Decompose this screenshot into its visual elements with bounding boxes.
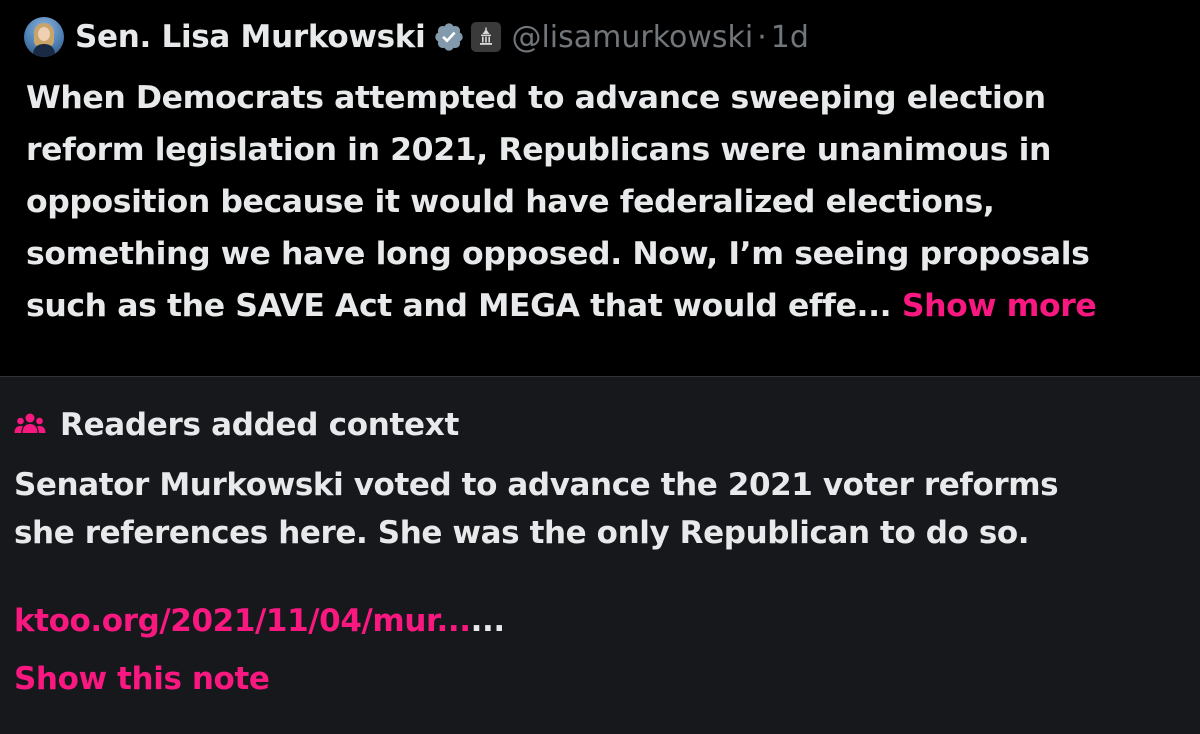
people-icon: [14, 413, 46, 433]
show-this-note-link[interactable]: Show this note: [14, 661, 270, 697]
note-title: Readers added context: [60, 407, 459, 443]
tweet-text: When Democrats attempted to advance swee…: [26, 72, 1186, 332]
government-building-icon: [471, 22, 502, 52]
source-link[interactable]: ktoo.org/2021/11/04/mur...: [14, 603, 471, 639]
community-note: Readers added context Senator Murkowski …: [0, 376, 1200, 734]
verified-badge-icon: [435, 23, 464, 51]
link-ellipsis: ...: [470, 603, 506, 639]
tweet[interactable]: Sen. Lisa Murkowski @lisamurkowski · 1d: [0, 0, 1200, 376]
note-text: Senator Murkowski voted to advance the 2…: [14, 467, 1059, 551]
post-frame: Sen. Lisa Murkowski @lisamurkowski · 1d: [0, 0, 1200, 734]
show-more-link[interactable]: Show more: [902, 288, 1097, 324]
note-source: ktoo.org/2021/11/04/mur......: [14, 603, 505, 639]
user-handle[interactable]: @lisamurkowski: [511, 20, 753, 55]
avatar[interactable]: [24, 17, 64, 57]
post-timestamp[interactable]: 1d: [771, 20, 809, 55]
display-name[interactable]: Sen. Lisa Murkowski: [75, 19, 426, 55]
tweet-header: Sen. Lisa Murkowski @lisamurkowski · 1d: [24, 12, 809, 62]
separator-dot: ·: [757, 19, 767, 55]
note-header: Readers added context: [14, 407, 459, 443]
